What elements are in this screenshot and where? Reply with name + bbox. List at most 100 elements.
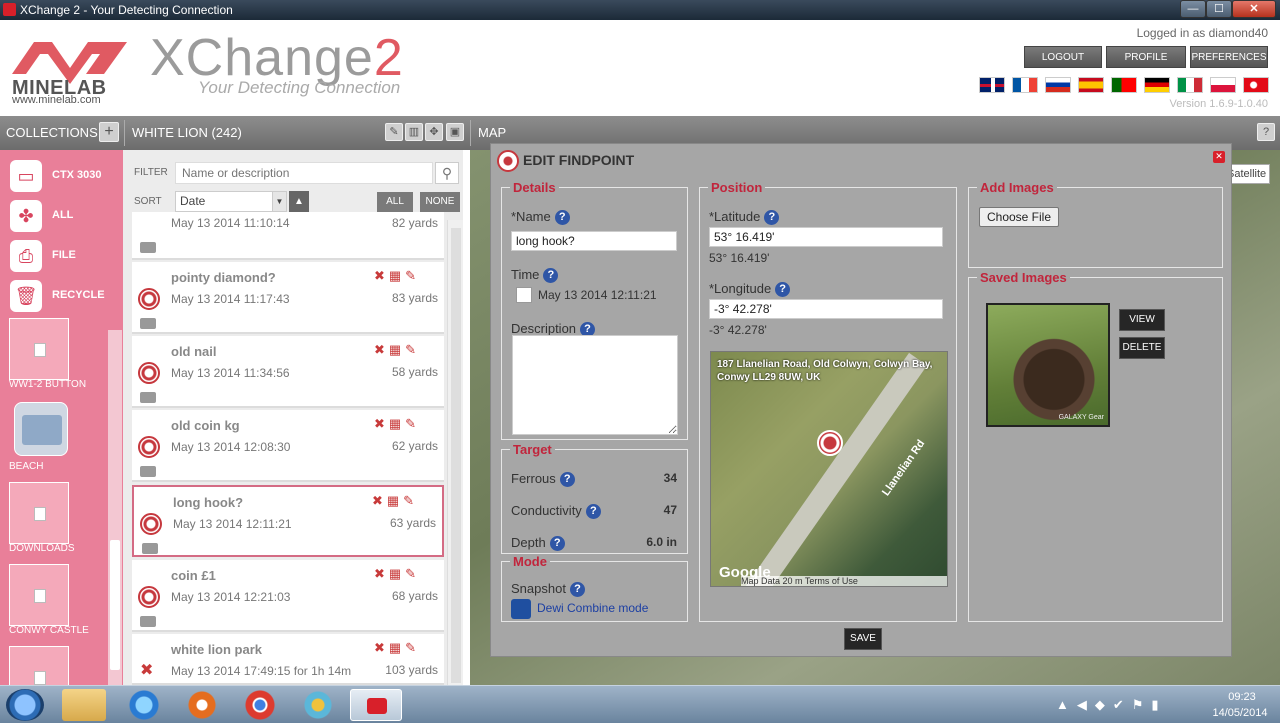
english-flag-icon[interactable] — [979, 77, 1005, 93]
select-all-button[interactable]: ALL — [377, 192, 413, 212]
sidebar-scrollbar[interactable] — [108, 330, 122, 685]
paint-icon[interactable] — [296, 689, 340, 721]
collection-tile-beach[interactable] — [14, 402, 68, 456]
logout-button[interactable]: LOGOUT — [1024, 46, 1102, 68]
collection-label: WW1-2 BUTTON — [9, 379, 87, 390]
position-map[interactable]: 187 Llanelian Road, Old Colwyn, Colwyn B… — [710, 351, 948, 587]
collection-tile-conwy-castle[interactable] — [9, 564, 69, 626]
help-icon[interactable]: ? — [554, 210, 570, 225]
help-icon[interactable]: ? — [549, 536, 565, 551]
filter-input[interactable] — [175, 162, 433, 184]
clock-edit-icon[interactable] — [516, 287, 532, 303]
help-icon[interactable]: ? — [569, 582, 585, 597]
sort-direction-button[interactable]: ▲ — [289, 191, 309, 212]
russian-flag-icon[interactable] — [1045, 77, 1071, 93]
portuguese-flag-icon[interactable] — [1111, 77, 1137, 93]
list-item[interactable]: May 13 2014 11:10:14 82 yards — [132, 212, 444, 260]
help-icon[interactable]: ? — [543, 268, 559, 283]
edit-icon[interactable]: ✎ — [385, 123, 403, 141]
german-flag-icon[interactable] — [1144, 77, 1170, 93]
close-window-button[interactable]: ✕ — [1232, 0, 1276, 18]
findpoint-action-icons[interactable]: ✖▦✎ — [374, 416, 438, 434]
list-item[interactable]: ✖ white lion park ✖▦✎ May 13 2014 17:49:… — [132, 634, 444, 685]
help-icon[interactable]: ? — [764, 210, 780, 225]
search-icon[interactable]: ⚲ — [435, 162, 459, 184]
sidebar-item-ctx3030[interactable]: ▭ CTX 3030 — [10, 160, 120, 192]
folder-icon — [22, 415, 62, 445]
longitude-input[interactable] — [709, 299, 943, 319]
close-icon[interactable]: ✕ — [1213, 151, 1225, 163]
list-item[interactable]: old coin kg ✖▦✎ May 13 2014 12:08:30 62 … — [132, 410, 444, 482]
polish-flag-icon[interactable] — [1210, 77, 1236, 93]
sort-select[interactable]: Date ▼ — [175, 191, 287, 212]
list-item-selected[interactable]: long hook? ✖▦✎ May 13 2014 12:11:21 63 y… — [132, 485, 444, 557]
collection-tile-ww1-2-button[interactable] — [9, 318, 69, 380]
clock-time[interactable]: 09:23 — [1212, 691, 1272, 703]
maximize-button[interactable]: ☐ — [1206, 0, 1232, 18]
minimize-button[interactable]: — — [1180, 0, 1206, 18]
saved-image-thumbnail[interactable]: GALAXY Gear — [986, 303, 1110, 427]
select-none-button[interactable]: NONE — [420, 192, 460, 212]
save-button[interactable]: SAVE — [844, 628, 882, 650]
findpoint-action-icons[interactable]: ✖▦✎ — [374, 566, 438, 584]
help-icon[interactable]: ? — [1257, 123, 1275, 141]
spanish-flag-icon[interactable] — [1078, 77, 1104, 93]
chrome-icon[interactable] — [238, 689, 282, 721]
scrollbar-thumb[interactable] — [451, 228, 461, 683]
position-group: Position *Latitude? 53° 16.419' *Longitu… — [699, 180, 957, 622]
findpoint-date: May 13 2014 11:17:43 — [171, 292, 290, 306]
italian-flag-icon[interactable] — [1177, 77, 1203, 93]
latitude-label-text: *Latitude — [709, 209, 761, 224]
findpoint-action-icons[interactable]: ✖▦✎ — [374, 268, 438, 286]
list-item[interactable]: coin £1 ✖▦✎ May 13 2014 12:21:03 68 yard… — [132, 560, 444, 632]
findpoint-action-icons[interactable]: ✖▦✎ — [374, 640, 438, 658]
list-item[interactable]: pointy diamond? ✖▦✎ May 13 2014 11:17:43… — [132, 262, 444, 334]
save-icon[interactable]: ▣ — [446, 123, 464, 141]
collection-tile-downloads[interactable] — [9, 482, 69, 544]
description-textarea[interactable] — [512, 335, 678, 435]
view-image-button[interactable]: VIEW — [1119, 309, 1165, 331]
chevron-down-icon: ▼ — [272, 192, 286, 211]
brand-url[interactable]: www.minelab.com — [12, 94, 101, 106]
sidebar-item-recycle[interactable]: 🗑 RECYCLE — [10, 280, 120, 312]
delete-icon[interactable]: ▥ — [405, 123, 423, 141]
sidebar-item-all[interactable]: ✤ ALL — [10, 200, 120, 232]
conductivity-label-text: Conductivity — [511, 503, 582, 518]
map-label: MAP — [478, 125, 507, 140]
xchange-taskbar-icon[interactable] — [350, 689, 402, 721]
map-pin-icon[interactable] — [817, 430, 843, 456]
camera-icon — [140, 466, 156, 477]
delete-image-button[interactable]: DELETE — [1119, 337, 1165, 359]
scrollbar-thumb[interactable] — [110, 540, 120, 670]
move-icon[interactable]: ✥ — [425, 123, 443, 141]
conductivity-label: Conductivity? — [511, 503, 601, 519]
start-button-icon[interactable] — [6, 689, 44, 721]
version-label: Version 1.6.9-1.0.40 — [1169, 98, 1268, 110]
document-icon — [34, 507, 46, 521]
snapshot-mode-link[interactable]: Dewi Combine mode — [537, 601, 648, 615]
choose-file-button[interactable]: Choose File — [979, 207, 1059, 227]
help-icon[interactable]: ? — [775, 282, 791, 297]
media-player-icon[interactable] — [180, 689, 224, 721]
findpoint-action-icons[interactable]: ✖▦✎ — [372, 493, 436, 511]
clock-date[interactable]: 14/05/2014 — [1204, 707, 1276, 719]
preferences-button[interactable]: PREFERENCES — [1190, 46, 1268, 68]
add-collection-icon[interactable]: + — [99, 122, 119, 142]
list-item[interactable]: old nail ✖▦✎ May 13 2014 11:34:56 58 yar… — [132, 336, 444, 408]
sidebar-item-file[interactable]: ⎙ FILE — [10, 240, 120, 272]
depth-value: 6.0 in — [646, 535, 677, 549]
findpoint-action-icons[interactable]: ✖▦✎ — [374, 342, 438, 360]
help-icon[interactable]: ? — [559, 472, 575, 487]
collection-tile[interactable] — [9, 646, 69, 686]
name-input[interactable] — [511, 231, 677, 251]
help-icon[interactable]: ? — [585, 504, 601, 519]
turkish-flag-icon[interactable] — [1243, 77, 1269, 93]
map-attribution[interactable]: Map Data 20 m Terms of Use — [741, 576, 947, 586]
latitude-input[interactable] — [709, 227, 943, 247]
internet-explorer-icon[interactable] — [122, 689, 166, 721]
profile-button[interactable]: PROFILE — [1106, 46, 1186, 68]
system-tray-icons[interactable]: ▲◀◆✔⚑▮ — [1056, 697, 1196, 713]
file-explorer-icon[interactable] — [62, 689, 106, 721]
list-scrollbar[interactable] — [447, 220, 463, 685]
french-flag-icon[interactable] — [1012, 77, 1038, 93]
